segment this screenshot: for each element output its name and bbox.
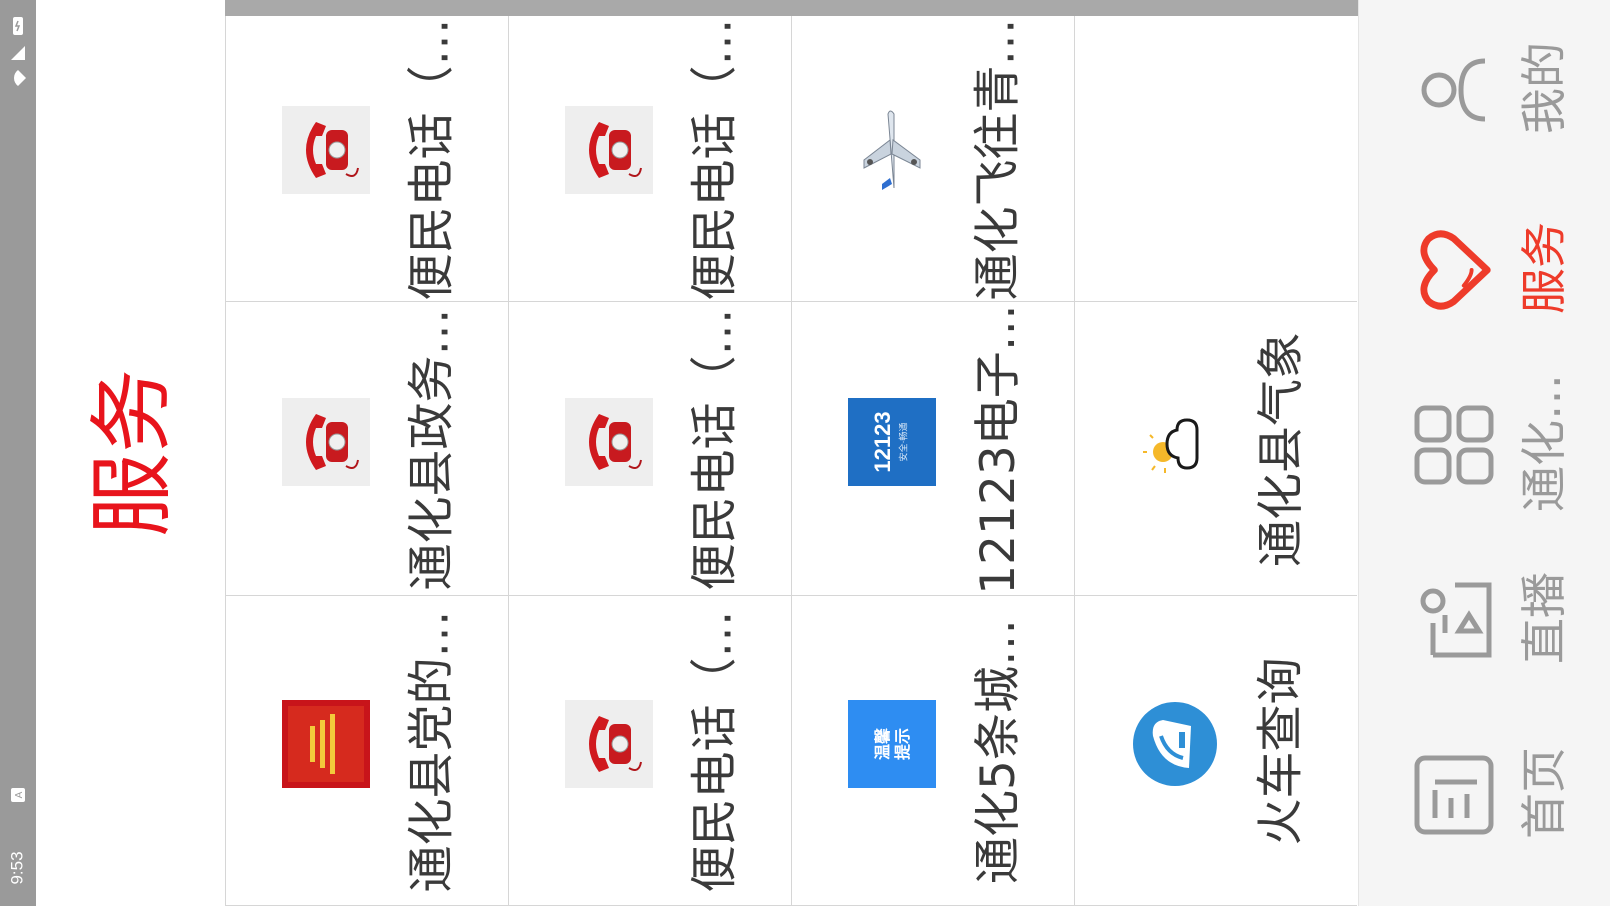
nav-label: 首页 bbox=[1517, 746, 1571, 839]
nav-label: 直播 bbox=[1517, 571, 1571, 664]
services-grid: 便民电话（… 通化县政务… 通化县党的… 便民电话（… 便民电话（… 便民电话（… bbox=[225, 16, 1358, 906]
red-telephone-thumb bbox=[565, 106, 653, 194]
grid-header-bar bbox=[225, 0, 1376, 16]
red-telephone-thumb bbox=[565, 700, 653, 788]
red-telephone-thumb bbox=[282, 106, 370, 194]
status-time: 9:53 bbox=[8, 851, 27, 885]
service-item-tonghua-5-roads[interactable]: 温馨 提示 通化5条城… bbox=[791, 596, 1074, 906]
nav-item-service[interactable]: 服务 bbox=[1359, 180, 1610, 355]
warm-tips-thumb: 温馨 提示 bbox=[848, 700, 936, 788]
party-banner-thumb bbox=[282, 700, 370, 788]
service-label: 便民电话（… bbox=[687, 18, 743, 300]
service-label: 通化县气象 bbox=[1253, 331, 1309, 567]
status-bar: 9:53 A bbox=[0, 0, 36, 906]
user-profile-icon bbox=[1409, 45, 1499, 135]
svg-text:温馨: 温馨 bbox=[873, 727, 892, 761]
svg-text:安全·畅通: 安全·畅通 bbox=[898, 423, 910, 462]
12123-app-thumb: 12123 安全·畅通 bbox=[848, 398, 936, 486]
service-label: 通化飞往青… bbox=[970, 18, 1026, 300]
wifi-icon bbox=[0, 66, 36, 90]
service-item-convenience-phone[interactable]: 便民电话（… bbox=[508, 302, 791, 596]
service-label: 通化县党的… bbox=[404, 610, 460, 892]
nav-item-mine[interactable]: 我的 bbox=[1359, 0, 1610, 175]
red-telephone-thumb bbox=[565, 398, 653, 486]
grid-apps-icon bbox=[1409, 400, 1499, 490]
svg-text:12123: 12123 bbox=[870, 411, 895, 472]
svg-text:提示: 提示 bbox=[893, 728, 912, 760]
service-label: 便民电话（… bbox=[404, 18, 460, 300]
service-item-weather[interactable]: 通化县气象 bbox=[1074, 302, 1357, 596]
service-label: 火车查询 bbox=[1253, 657, 1309, 845]
service-label: 通化5条城… bbox=[970, 618, 1026, 884]
nav-label: 服务 bbox=[1517, 221, 1571, 314]
battery-icon bbox=[0, 14, 36, 38]
nav-label: 我的 bbox=[1517, 41, 1571, 134]
service-label: 便民电话（… bbox=[687, 610, 743, 892]
nav-item-tonghua[interactable]: 通化… bbox=[1359, 355, 1610, 530]
service-item-convenience-phone[interactable]: 便民电话（… bbox=[508, 16, 791, 302]
service-item-convenience-phone[interactable]: 便民电话（… bbox=[225, 16, 508, 302]
service-item-12123[interactable]: 12123 安全·畅通 12123电子… bbox=[791, 302, 1074, 596]
svg-text:A: A bbox=[14, 791, 25, 798]
service-item-tonghua-government[interactable]: 通化县政务… bbox=[225, 302, 508, 596]
cellular-signal-icon bbox=[0, 42, 36, 64]
train-thumb bbox=[1131, 700, 1219, 788]
service-item-tonghua-party[interactable]: 通化县党的… bbox=[225, 596, 508, 906]
bottom-navigation: 我的 服务 通化… 直播 首页 bbox=[1358, 0, 1610, 906]
live-broadcast-icon bbox=[1409, 575, 1499, 665]
notification-icon: A bbox=[0, 780, 36, 810]
page-title: 服务 bbox=[83, 368, 182, 538]
red-telephone-thumb bbox=[282, 398, 370, 486]
nav-label: 通化… bbox=[1517, 373, 1571, 512]
heart-icon bbox=[1409, 225, 1499, 315]
nav-item-home[interactable]: 首页 bbox=[1359, 705, 1610, 880]
airplane-thumb bbox=[848, 106, 936, 194]
service-label: 便民电话（… bbox=[687, 308, 743, 590]
empty-cell bbox=[1074, 16, 1357, 302]
service-label: 12123电子… bbox=[970, 303, 1026, 595]
nav-item-live[interactable]: 直播 bbox=[1359, 530, 1610, 705]
service-item-flights-qingdao[interactable]: 通化飞往青… bbox=[791, 16, 1074, 302]
service-item-train-query[interactable]: 火车查询 bbox=[1074, 596, 1357, 906]
service-label: 通化县政务… bbox=[404, 308, 460, 590]
service-item-convenience-phone[interactable]: 便民电话（… bbox=[508, 596, 791, 906]
home-news-icon bbox=[1409, 750, 1499, 840]
weather-cloud-thumb bbox=[1131, 398, 1219, 486]
